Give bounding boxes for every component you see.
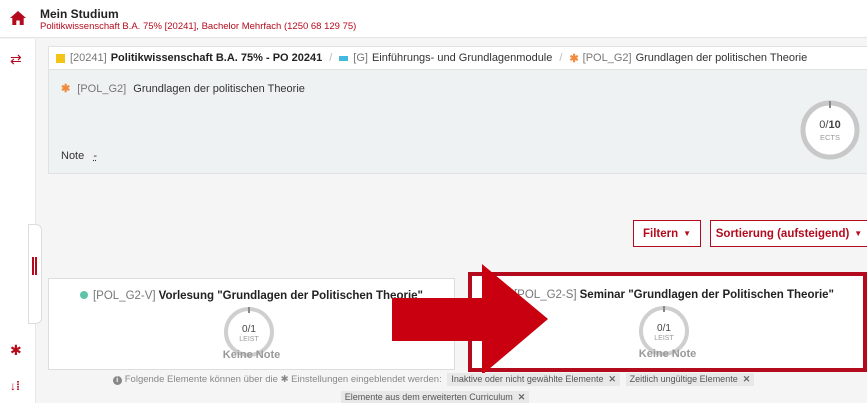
filter-button-label: Filtern: [642, 227, 679, 240]
asterisk-icon: ✱: [61, 83, 71, 95]
page-title: Mein Studium: [40, 7, 119, 21]
breadcrumb-code: [G]: [353, 52, 368, 64]
sidebar-collapse-handle[interactable]: [28, 224, 42, 324]
close-icon[interactable]: ✕: [518, 392, 526, 402]
breadcrumb-item-module[interactable]: Grundlagen der politischen Theorie: [636, 52, 808, 64]
card-name: Seminar "Grundlagen der Politischen Theo…: [579, 289, 835, 301]
note-value[interactable]: -: [93, 150, 97, 162]
ects-progress-ring: 0/10 ECTS: [799, 99, 861, 161]
caret-down-icon: ▼: [854, 229, 863, 238]
level-yellow-square-icon: [56, 53, 65, 63]
breadcrumb-item-program[interactable]: Politikwissenschaft B.A. 75% - PO 20241: [111, 52, 323, 64]
hint-settings-word: Einstellungen: [291, 374, 349, 385]
home-icon[interactable]: [9, 9, 27, 27]
breadcrumb: [20241] Politikwissenschaft B.A. 75% - P…: [48, 46, 867, 70]
breadcrumb-code: [POL_G2]: [582, 52, 632, 64]
level-blue-bar-icon: [339, 55, 349, 61]
note-label: Note: [61, 150, 85, 162]
hint-text-after: eingeblendet werden:: [350, 374, 442, 385]
close-icon[interactable]: ✕: [608, 374, 616, 384]
ects-unit: ECTS: [819, 133, 840, 142]
progress-value: 0/1: [242, 324, 256, 335]
breadcrumb-separator: /: [329, 52, 333, 64]
hidden-element-tag[interactable]: Inaktive oder nicht gewählte Elemente ✕: [447, 373, 620, 386]
module-title: ✱ [POL_G2] Grundlagen der politischen Th…: [61, 82, 305, 95]
progress-value: 0/1: [657, 323, 671, 334]
breadcrumb-code: [20241]: [70, 52, 107, 64]
module-note: Note -: [61, 150, 97, 162]
annotation-arrow-icon: [392, 264, 548, 375]
breadcrumb-item-module-group[interactable]: Einführungs- und Grundlagenmodule: [372, 52, 552, 64]
hidden-element-tag[interactable]: Elemente aus dem erweiterten Curriculum ✕: [340, 391, 530, 403]
gear-icon[interactable]: ✱: [10, 342, 22, 359]
handle-grip-icon: [35, 257, 37, 275]
sort-button-label: Sortierung (aufsteigend): [715, 227, 850, 240]
hidden-elements-hint: i Folgende Elemente können über die ✱ Ein…: [0, 373, 867, 386]
hidden-elements-hint-row2: Elemente aus dem erweiterten Curriculum ✕: [0, 391, 867, 403]
top-bar: Mein Studium Politikwissenschaft B.A. 75…: [0, 0, 867, 38]
module-name: Grundlagen der politischen Theorie: [133, 83, 305, 95]
status-dot-icon: [79, 291, 88, 299]
handle-grip-icon: [32, 257, 34, 275]
sort-button[interactable]: Sortierung (aufsteigend) ▼: [710, 220, 867, 247]
sidebar: ⇄ ✱ ↓⁞: [0, 39, 42, 403]
card-name: Vorlesung "Grundlagen der Politischen Th…: [158, 290, 423, 302]
hint-text: Folgende Elemente können über die: [124, 374, 278, 385]
asterisk-icon: ✱: [569, 52, 579, 65]
caret-down-icon: ▼: [683, 229, 692, 238]
card-code: [POL_G2-V]: [92, 290, 156, 302]
gear-icon: ✱: [280, 374, 289, 385]
info-icon: i: [112, 376, 122, 385]
filter-button[interactable]: Filtern ▼: [633, 220, 701, 247]
breadcrumb-separator: /: [559, 52, 563, 64]
swap-arrows-icon[interactable]: ⇄: [10, 51, 22, 68]
progress-unit: LEIST: [654, 335, 674, 342]
hidden-element-tag[interactable]: Zeitlich ungültige Elemente ✕: [625, 373, 755, 386]
module-info-box: ✱ [POL_G2] Grundlagen der politischen Th…: [48, 70, 867, 174]
close-icon[interactable]: ✕: [743, 374, 751, 384]
progress-unit: LEIST: [239, 336, 259, 343]
module-code: [POL_G2]: [77, 83, 127, 95]
program-subtitle: Politikwissenschaft B.A. 75% [20241], Ba…: [40, 21, 357, 32]
ects-value: 0/10: [819, 119, 841, 131]
